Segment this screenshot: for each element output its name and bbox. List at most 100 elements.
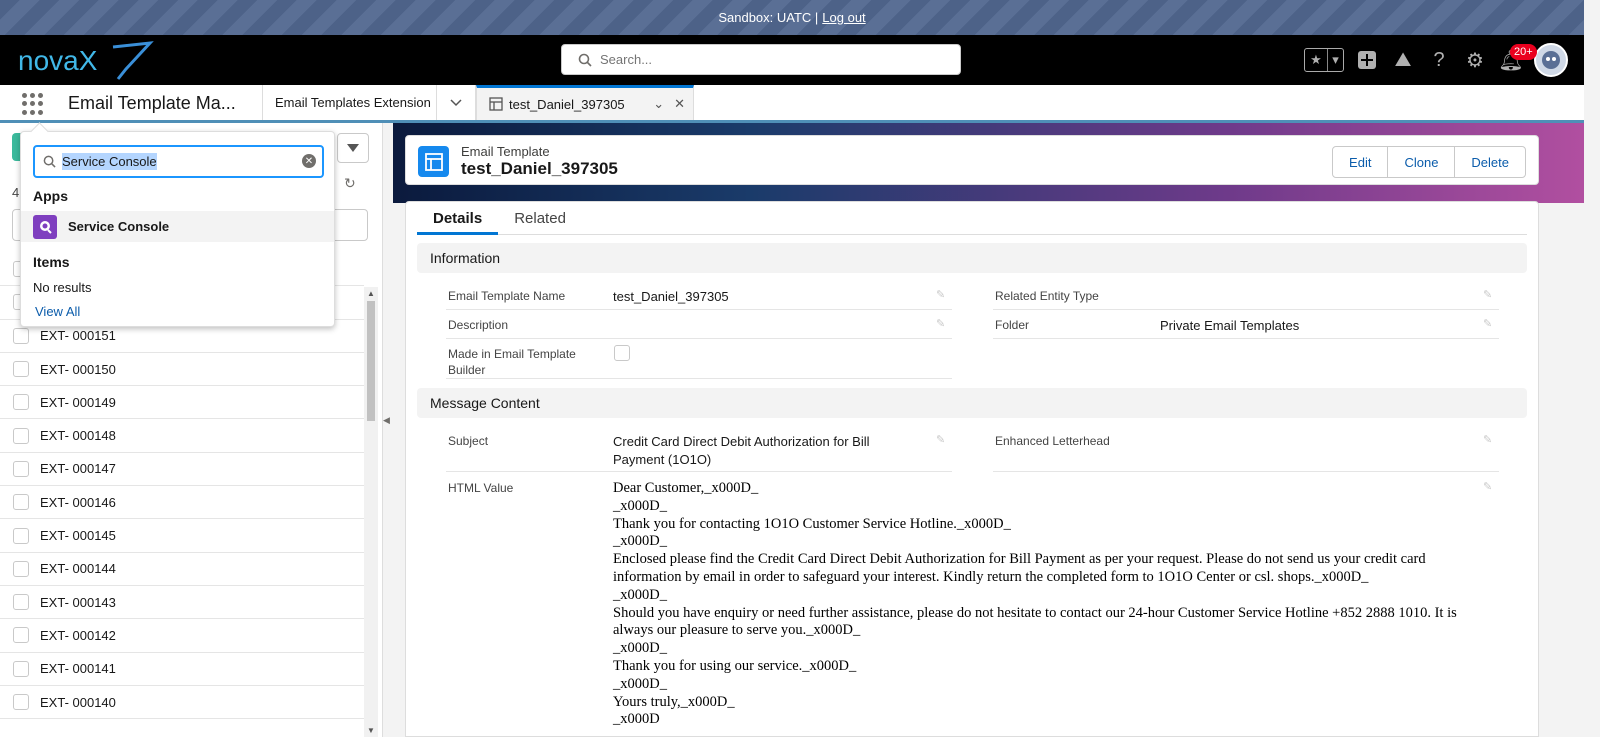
help-icon[interactable]: ? bbox=[1426, 47, 1452, 73]
notifications-bell-icon[interactable]: 🔔︎ 20+ bbox=[1498, 44, 1537, 73]
html-line: _x000D_ bbox=[613, 533, 667, 550]
html-line: Thank you for using our service._x000D_ bbox=[613, 657, 857, 674]
list-item[interactable]: EXT- 000143 bbox=[0, 586, 364, 620]
row-checkbox[interactable] bbox=[13, 594, 29, 611]
section-message-content[interactable]: Message Content bbox=[417, 388, 1527, 418]
row-label[interactable]: EXT- 000145 bbox=[40, 528, 116, 543]
list-item[interactable]: EXT- 000140 bbox=[0, 686, 364, 720]
list-item[interactable]: EXT- 000147 bbox=[0, 453, 364, 487]
html-line: _x000D_ bbox=[613, 675, 667, 692]
row-label[interactable]: EXT- 000149 bbox=[40, 395, 116, 410]
row-checkbox[interactable] bbox=[13, 327, 29, 344]
avatar[interactable] bbox=[1534, 43, 1568, 77]
app-name: Email Template Ma... bbox=[68, 93, 236, 113]
edit-pencil-icon[interactable]: ✎ bbox=[936, 433, 945, 446]
list-item[interactable]: EXT- 000149 bbox=[0, 386, 364, 420]
chevron-down-icon[interactable]: ▾ bbox=[1327, 49, 1343, 71]
global-search-input[interactable]: Search... bbox=[561, 44, 961, 75]
delete-button[interactable]: Delete bbox=[1454, 147, 1525, 177]
trailhead-icon[interactable]: ⛰ bbox=[1390, 47, 1416, 73]
field-value-name: test_Daniel_397305 bbox=[613, 289, 729, 304]
row-checkbox[interactable] bbox=[13, 361, 29, 378]
refresh-icon[interactable]: ↻ bbox=[344, 175, 356, 192]
list-item[interactable]: EXT- 000145 bbox=[0, 519, 364, 553]
tab-menu-chevron-icon[interactable] bbox=[436, 85, 476, 120]
row-checkbox[interactable] bbox=[13, 527, 29, 544]
scroll-down-icon[interactable]: ▼ bbox=[367, 726, 375, 735]
clone-button[interactable]: Clone bbox=[1387, 147, 1455, 177]
edit-pencil-icon[interactable]: ✎ bbox=[936, 317, 945, 330]
edit-pencil-icon[interactable]: ✎ bbox=[936, 288, 945, 301]
search-icon bbox=[43, 155, 56, 168]
field-label-description: Description bbox=[448, 318, 509, 332]
html-line: Thank you for contacting 1O1O Customer S… bbox=[613, 515, 1011, 532]
row-checkbox[interactable] bbox=[13, 560, 29, 577]
app-launcher-dropdown: Service Console ✕ Apps Service Console I… bbox=[20, 131, 335, 327]
row-label[interactable]: EXT- 000142 bbox=[40, 628, 116, 643]
tab-test-daniel[interactable]: test_Daniel_397305 ⌄ ✕ bbox=[476, 85, 694, 120]
row-label[interactable]: EXT- 000143 bbox=[40, 595, 116, 610]
collapse-panel-icon[interactable]: ◀ bbox=[383, 415, 391, 426]
record-type-label: Email Template bbox=[461, 144, 550, 159]
field-label-related-entity: Related Entity Type bbox=[995, 289, 1099, 303]
row-checkbox[interactable] bbox=[13, 494, 29, 511]
app-result-label: Service Console bbox=[68, 219, 170, 234]
edit-pencil-icon[interactable]: ✎ bbox=[1483, 433, 1492, 446]
star-icon[interactable]: ★ bbox=[1305, 49, 1327, 71]
edit-pencil-icon[interactable]: ✎ bbox=[1483, 288, 1492, 301]
clear-icon[interactable]: ✕ bbox=[302, 154, 316, 168]
row-label[interactable]: EXT- 000147 bbox=[40, 461, 116, 476]
edit-pencil-icon[interactable]: ✎ bbox=[1483, 317, 1492, 330]
list-view-dropdown[interactable] bbox=[337, 133, 369, 163]
search-placeholder: Search... bbox=[600, 52, 653, 67]
logout-link[interactable]: Log out bbox=[822, 10, 865, 25]
close-icon[interactable]: ✕ bbox=[674, 96, 685, 112]
row-checkbox[interactable] bbox=[13, 394, 29, 411]
list-item[interactable]: EXT- 000144 bbox=[0, 553, 364, 586]
list-item[interactable]: EXT- 000142 bbox=[0, 619, 364, 653]
html-line: Enclosed please find the Credit Card Dir… bbox=[613, 551, 1426, 585]
search-icon bbox=[578, 53, 592, 67]
list-scrollbar[interactable]: ▲ ▼ bbox=[364, 287, 378, 737]
tab-details[interactable]: Details bbox=[417, 202, 499, 235]
tab-email-templates-extension[interactable]: Email Templates Extension bbox=[262, 85, 436, 120]
row-label[interactable]: EXT- 000151 bbox=[40, 328, 116, 343]
novax-logo[interactable]: novaX bbox=[18, 39, 158, 81]
row-checkbox[interactable] bbox=[13, 427, 29, 444]
list-item[interactable]: EXT- 000146 bbox=[0, 486, 364, 520]
app-result-service-console[interactable]: Service Console bbox=[21, 211, 334, 242]
chevron-down-icon[interactable]: ⌄ bbox=[653, 96, 664, 112]
row-label[interactable]: EXT- 000148 bbox=[40, 428, 116, 443]
row-label[interactable]: EXT- 000150 bbox=[40, 362, 116, 377]
items-heading: Items bbox=[33, 254, 70, 270]
row-checkbox[interactable] bbox=[13, 660, 29, 677]
gear-icon[interactable]: ⚙ bbox=[1462, 47, 1488, 73]
row-checkbox[interactable] bbox=[13, 460, 29, 477]
header-icons: ★ ▾ ⛰ ? ⚙ 🔔︎ 20+ bbox=[1304, 43, 1568, 77]
field-label-builder: Made in Email Template Builder bbox=[448, 347, 576, 377]
global-actions-icon[interactable] bbox=[1354, 47, 1380, 73]
section-information[interactable]: Information bbox=[417, 243, 1527, 273]
field-label-name: Email Template Name bbox=[448, 289, 566, 303]
html-value-body: Dear Customer,_x000D_ _x000D_ Thank you … bbox=[613, 480, 1493, 729]
scroll-up-icon[interactable]: ▲ bbox=[367, 289, 375, 298]
builder-checkbox bbox=[614, 345, 630, 361]
row-label[interactable]: EXT- 000144 bbox=[40, 561, 116, 576]
row-checkbox[interactable] bbox=[13, 627, 29, 644]
row-label[interactable]: EXT- 000146 bbox=[40, 495, 116, 510]
row-label[interactable]: EXT- 000140 bbox=[40, 695, 116, 710]
app-launcher-icon[interactable] bbox=[22, 93, 44, 115]
row-checkbox[interactable] bbox=[13, 694, 29, 710]
list-item[interactable]: EXT- 000148 bbox=[0, 419, 364, 453]
scroll-thumb[interactable] bbox=[367, 301, 375, 421]
app-launcher-search-input[interactable]: Service Console ✕ bbox=[33, 145, 324, 178]
html-line: Yours truly,_x000D_ bbox=[613, 693, 735, 710]
list-item[interactable]: EXT- 000141 bbox=[0, 653, 364, 686]
edit-button[interactable]: Edit bbox=[1333, 147, 1388, 177]
view-all-link[interactable]: View All bbox=[35, 304, 80, 319]
tab-related[interactable]: Related bbox=[498, 202, 582, 235]
list-item[interactable]: EXT- 000150 bbox=[0, 353, 364, 387]
row-label[interactable]: EXT- 000141 bbox=[40, 661, 116, 676]
html-line: _x000D_ bbox=[613, 497, 667, 514]
html-line: Should you have enquiry or need further … bbox=[613, 604, 1457, 639]
